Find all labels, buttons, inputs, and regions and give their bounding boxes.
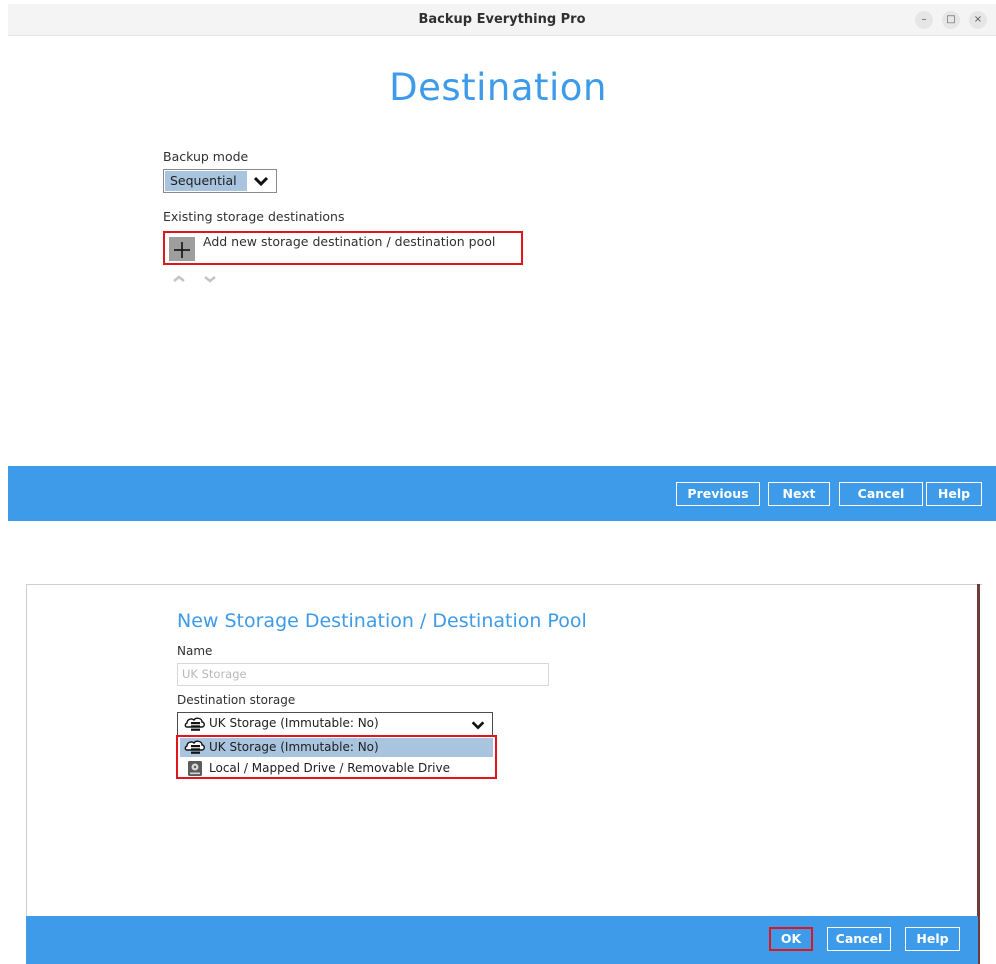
window-title: Backup Everything Pro bbox=[418, 12, 586, 27]
add-destination-button[interactable]: Add new storage destination / destinatio… bbox=[163, 231, 523, 265]
new-destination-dialog bbox=[26, 584, 982, 964]
chevron-down-icon bbox=[471, 721, 485, 730]
help-button[interactable]: Help bbox=[926, 482, 982, 506]
add-destination-label: Add new storage destination / destinatio… bbox=[203, 234, 496, 249]
existing-destinations-label: Existing storage destinations bbox=[163, 209, 345, 224]
destination-storage-select[interactable]: UK Storage (Immutable: No) bbox=[177, 712, 493, 736]
help-button[interactable]: Help bbox=[905, 927, 960, 951]
title-bar: Backup Everything Pro – □ × bbox=[8, 4, 996, 36]
ok-button[interactable]: OK bbox=[769, 927, 813, 951]
destination-storage-value: UK Storage (Immutable: No) bbox=[209, 716, 379, 730]
drive-icon bbox=[188, 761, 202, 776]
cloud-storage-icon bbox=[184, 740, 205, 754]
cancel-button[interactable]: Cancel bbox=[839, 482, 923, 506]
plus-icon bbox=[169, 237, 195, 261]
page-title: Destination bbox=[389, 66, 607, 109]
name-label: Name bbox=[177, 644, 213, 658]
option-label: UK Storage (Immutable: No) bbox=[209, 740, 379, 754]
dialog-edge bbox=[977, 584, 980, 964]
minimize-button[interactable]: – bbox=[915, 11, 933, 29]
backup-mode-label: Backup mode bbox=[163, 149, 249, 164]
move-up-icon[interactable] bbox=[173, 275, 185, 282]
close-button[interactable]: × bbox=[969, 11, 987, 29]
dialog-title: New Storage Destination / Destination Po… bbox=[177, 610, 587, 632]
move-down-icon[interactable] bbox=[204, 276, 216, 283]
cancel-button[interactable]: Cancel bbox=[827, 927, 891, 951]
next-button[interactable]: Next bbox=[768, 482, 830, 506]
chevron-down-icon bbox=[253, 176, 269, 187]
cloud-storage-icon bbox=[184, 717, 205, 731]
move-arrows bbox=[173, 275, 216, 283]
option-label: Local / Mapped Drive / Removable Drive bbox=[209, 761, 451, 775]
footer-bar: Previous Next Cancel Help bbox=[8, 466, 996, 521]
name-input[interactable]: UK Storage bbox=[177, 663, 549, 686]
previous-button[interactable]: Previous bbox=[676, 482, 760, 506]
option-uk-storage[interactable]: UK Storage (Immutable: No) bbox=[180, 738, 493, 757]
destination-options-list: UK Storage (Immutable: No) Local / Mappe… bbox=[176, 735, 497, 779]
backup-mode-select[interactable]: Sequential bbox=[163, 169, 277, 193]
option-local-drive[interactable]: Local / Mapped Drive / Removable Drive bbox=[180, 759, 493, 778]
backup-mode-value: Sequential bbox=[165, 171, 247, 191]
maximize-button[interactable]: □ bbox=[942, 11, 960, 29]
destination-storage-label: Destination storage bbox=[177, 693, 296, 707]
dialog-footer-bar: OK Cancel Help bbox=[26, 916, 978, 964]
backup-window: Backup Everything Pro – □ × Destination … bbox=[0, 0, 996, 522]
